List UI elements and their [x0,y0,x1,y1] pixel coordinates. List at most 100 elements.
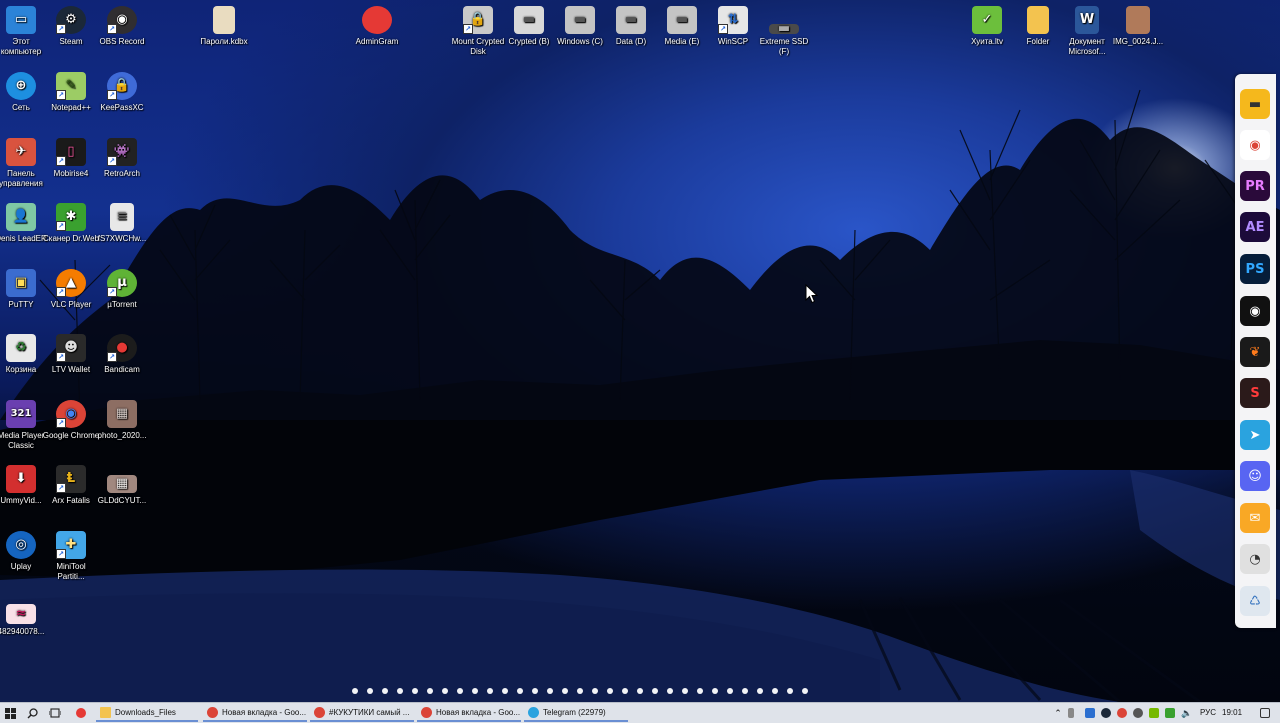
drweb-tray-icon[interactable] [1165,708,1175,718]
page-dot[interactable] [772,688,778,694]
app-tray-icon[interactable] [1133,708,1143,718]
taskbar-app-label: Downloads_Files [115,707,176,717]
desktop-icon-img-0024[interactable]: IMG_0024.J... [1108,6,1168,47]
start-button[interactable] [0,703,20,723]
user-icon: 👤 [6,203,36,231]
page-dot[interactable] [547,688,553,694]
page-dot[interactable] [427,688,433,694]
discord-icon[interactable]: ☺ [1240,461,1270,491]
trash-icon[interactable]: ♺ [1240,586,1270,616]
drive-icon: ▬ [616,6,646,34]
page-dot[interactable] [682,688,688,694]
page-dot[interactable] [577,688,583,694]
network-tray-icon[interactable] [1197,708,1198,718]
after-effects-icon[interactable]: AE [1240,212,1270,242]
clock-icon[interactable]: ◔ [1240,544,1270,574]
fl-studio-icon[interactable]: ❦ [1240,337,1270,367]
page-dot[interactable] [727,688,733,694]
page-dot[interactable] [457,688,463,694]
search-button[interactable] [22,703,42,723]
folder-icon [100,706,111,718]
page-dot[interactable] [382,688,388,694]
desktop-icon-paroli-kdbx[interactable]: Пароли.kdbx [194,6,254,47]
utorrent-icon: µ ↗ [107,269,137,297]
page-dot[interactable] [502,688,508,694]
taskbar-app-chrome-new-tab-1[interactable]: Новая вкладка - Goo... [203,704,307,722]
onedrive-icon[interactable] [1085,708,1095,718]
obs-icon[interactable]: ◉ [1240,296,1270,326]
page-dot[interactable] [742,688,748,694]
taskbar-app-chrome-kukutiki[interactable]: #КУКУТИКИ самый ... [310,704,414,722]
speaker-icon[interactable]: 🔈 [1181,708,1192,718]
nvidia-icon[interactable] [1149,708,1159,718]
page-dot[interactable] [802,688,808,694]
page-dot[interactable] [652,688,658,694]
page-dot[interactable] [532,688,538,694]
page-dot[interactable] [592,688,598,694]
chrome-tray-icon[interactable] [1117,708,1127,718]
chrome-icon: ◉ ↗ [56,400,86,428]
desktop-icon-minitool-partition[interactable]: ✚ ↗ MiniTool Partiti... [41,531,101,582]
photoshop-icon[interactable]: PS [1240,254,1270,284]
page-dot[interactable] [622,688,628,694]
chrome-icon[interactable]: ◉ [1240,130,1270,160]
desktop-icon-extreme-ssd[interactable]: ▬ Extreme SSD (F) [754,6,814,57]
sublime-icon[interactable]: S [1240,378,1270,408]
usb-icon[interactable] [1068,708,1074,718]
task-view-button[interactable] [45,703,65,723]
taskbar-app-chrome-new-tab-2[interactable]: Новая вкладка - Goo... [417,704,521,722]
notification-icon[interactable] [1260,708,1270,718]
tray-overflow-button[interactable]: ⌃ [1052,703,1064,723]
windows-logo-icon [4,707,16,719]
search-icon [27,707,38,718]
desktop-icon-keepassxc[interactable]: 🔒 ↗ KeePassXC [92,72,152,113]
mouse-cursor-icon [805,284,819,304]
page-indicator-dots[interactable] [352,688,842,696]
desktop-icon-gldd-cyut[interactable]: ▦ GLDdCYUT... [92,465,152,506]
recycle-bin-icon: ♻ [6,334,36,362]
desktop-icon-label: Bandicam [104,365,140,374]
shortcut-arrow-icon: ↗ [718,24,728,34]
folder-icon [1027,6,1049,34]
telegram-icon[interactable]: ➤ [1240,420,1270,450]
page-dot[interactable] [667,688,673,694]
page-dot[interactable] [367,688,373,694]
premiere-icon[interactable]: PR [1240,171,1270,201]
page-dot[interactable] [352,688,358,694]
desktop-icon-utorrent[interactable]: µ ↗ µTorrent [92,269,152,310]
taskbar-app-telegram[interactable]: Telegram (22979) [524,704,628,722]
desktop-icon-bandicam[interactable]: ● ↗ Bandicam [92,334,152,375]
mail-icon[interactable]: ✉ [1240,503,1270,533]
page-dot[interactable] [487,688,493,694]
desktop-icon-photo-2020[interactable]: ▦ photo_2020... [92,400,152,441]
language-indicator[interactable]: РУС [1200,708,1216,717]
taskbar-app-downloads-files[interactable]: Downloads_Files [96,704,198,722]
taskbar-app-label: #КУКУТИКИ самый ... [329,707,410,717]
page-dot[interactable] [562,688,568,694]
page-dot[interactable] [607,688,613,694]
page-dot[interactable] [697,688,703,694]
telegram-icon [528,706,539,718]
page-dot[interactable] [787,688,793,694]
page-dot[interactable] [637,688,643,694]
steam-tray-icon[interactable] [1101,708,1111,718]
desktop-icon-label: Пароли.kdbx [200,37,248,46]
page-dot[interactable] [442,688,448,694]
word-icon: W [1075,6,1099,34]
page-dot[interactable] [757,688,763,694]
page-dot[interactable] [472,688,478,694]
page-dot[interactable] [517,688,523,694]
files-icon[interactable]: ▬ [1240,89,1270,119]
clock-time[interactable]: 19:01 [1222,708,1242,717]
page-dot[interactable] [712,688,718,694]
desktop-icon-obs-record[interactable]: ◉ ↗ OBS Record [92,6,152,47]
desktop-icon-fs7xwchw[interactable]: ≡ fS7XWCHw... [92,203,152,244]
desktop-icon-retroarch[interactable]: 👾 ↗ RetroArch [92,138,152,179]
page-dot[interactable] [412,688,418,694]
control-panel-icon: ✈ [6,138,36,166]
desktop-icon-image-482940078[interactable]: ≈ 482940078... [0,596,51,637]
page-dot[interactable] [397,688,403,694]
taskbar-pinned-record[interactable] [70,703,92,723]
desktop-icon-admingram[interactable]: AdminGram [347,6,407,47]
shortcut-arrow-icon: ↗ [107,90,117,100]
